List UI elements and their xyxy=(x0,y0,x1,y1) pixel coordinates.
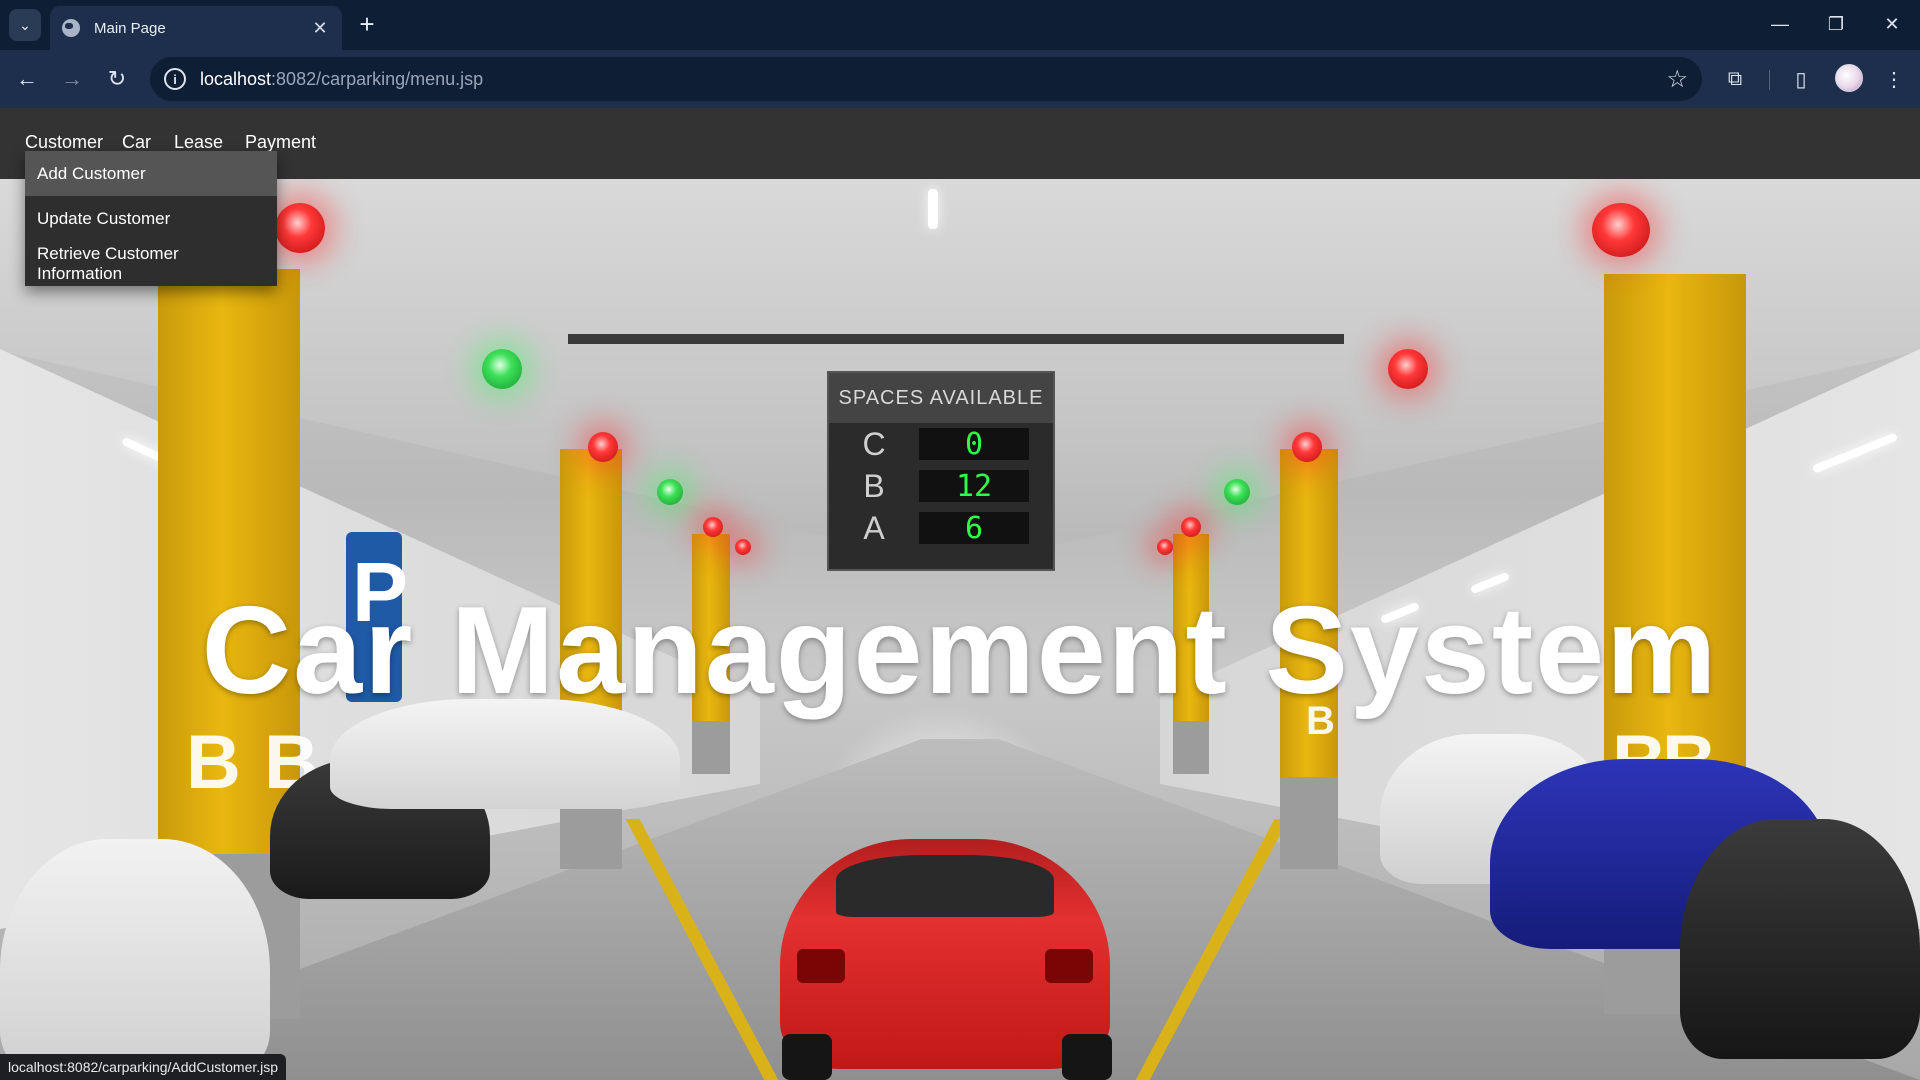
lamp-red xyxy=(703,517,723,537)
browser-tab-bar: ⌄ Main Page ✕ + — ❐ ✕ xyxy=(0,0,1920,50)
puzzle-icon[interactable]: ⧉ xyxy=(1718,62,1752,96)
sign-row: B 12 xyxy=(829,465,1053,507)
reload-icon[interactable]: ↻ xyxy=(100,62,134,96)
red-car-tire xyxy=(782,1034,832,1080)
browser-toolbar: ← → ↻ i localhost:8082/carparking/menu.j… xyxy=(0,50,1920,108)
hero-title: Car Management System xyxy=(201,582,1719,720)
arrow-left-icon[interactable]: ← xyxy=(10,62,44,96)
menu-payment[interactable]: Payment xyxy=(245,132,316,153)
address-bar[interactable]: i localhost:8082/carparking/menu.jsp ☆ xyxy=(150,57,1702,101)
lamp-red xyxy=(1292,432,1322,462)
url-path: :8082/carparking/menu.jsp xyxy=(271,68,484,89)
arrow-right-icon[interactable]: → xyxy=(55,62,89,96)
avatar[interactable] xyxy=(1835,64,1863,92)
sign-count: 0 xyxy=(919,427,1029,462)
page-content: B B B B B B P SPACES AVAILABLE C 0 xyxy=(0,108,1920,1080)
browser-tab[interactable]: Main Page ✕ xyxy=(50,6,342,50)
lamp-red xyxy=(1181,517,1201,537)
sign-row: C 0 xyxy=(829,423,1053,465)
star-icon[interactable]: ☆ xyxy=(1666,65,1688,94)
sign-level: C xyxy=(862,425,886,462)
globe-icon xyxy=(62,19,80,37)
main-menu-bar: Customer Car Lease Payment xyxy=(0,108,1920,179)
lamp-red xyxy=(588,432,618,462)
lamp-green xyxy=(1224,479,1250,505)
close-window-icon[interactable]: ✕ xyxy=(1864,0,1920,48)
lamp-red xyxy=(1592,203,1650,257)
sign-count: 12 xyxy=(919,469,1029,504)
dropdown-retrieve-customer[interactable]: Retrieve Customer Information xyxy=(25,241,277,286)
ceiling-beam xyxy=(568,334,1344,344)
menu-lease[interactable]: Lease xyxy=(174,132,223,153)
lamp-red xyxy=(735,539,751,555)
dropdown-update-customer[interactable]: Update Customer xyxy=(25,196,277,241)
sign-level: B xyxy=(863,467,885,504)
red-car-taillight xyxy=(1045,949,1093,983)
minimize-icon[interactable]: — xyxy=(1752,0,1808,48)
hero-banner: B B B B B B P SPACES AVAILABLE C 0 xyxy=(0,179,1920,1080)
pillar-letter: B xyxy=(186,720,241,805)
red-car-window xyxy=(836,855,1054,917)
side-panel-icon[interactable]: ▯ xyxy=(1784,62,1818,96)
info-icon[interactable]: i xyxy=(164,68,186,90)
lamp-green xyxy=(657,479,683,505)
kebab-menu-icon[interactable]: ⋮ xyxy=(1877,62,1911,96)
tab-close-icon[interactable]: ✕ xyxy=(310,18,330,39)
menu-car[interactable]: Car xyxy=(122,132,151,153)
sign-count: 6 xyxy=(919,511,1029,546)
lamp-red xyxy=(275,203,325,253)
tab-title: Main Page xyxy=(94,19,166,37)
url-host: localhost xyxy=(200,68,272,89)
sign-heading: SPACES AVAILABLE xyxy=(829,373,1053,423)
toolbar-divider xyxy=(1769,70,1770,90)
red-car-taillight xyxy=(797,949,845,983)
restore-icon[interactable]: ❐ xyxy=(1808,0,1864,48)
red-car-tire xyxy=(1062,1034,1112,1080)
new-tab-button[interactable]: + xyxy=(352,10,382,40)
parked-car xyxy=(0,839,270,1079)
parked-car xyxy=(1680,819,1920,1059)
menu-customer[interactable]: Customer xyxy=(25,132,103,153)
window-controls: — ❐ ✕ xyxy=(1752,0,1920,50)
lamp-green xyxy=(482,349,522,389)
link-status-bar: localhost:8082/carparking/AddCustomer.js… xyxy=(0,1054,287,1080)
sign-row: A 6 xyxy=(829,507,1053,549)
lamp-red xyxy=(1388,349,1428,389)
lamp-red xyxy=(1157,539,1173,555)
chevron-down-icon[interactable]: ⌄ xyxy=(9,9,41,41)
spaces-available-sign: SPACES AVAILABLE C 0 B 12 A 6 xyxy=(827,371,1055,571)
dropdown-add-customer[interactable]: Add Customer xyxy=(25,151,277,196)
customer-dropdown: Add Customer Update Customer Retrieve Cu… xyxy=(25,151,277,286)
sign-level: A xyxy=(863,509,885,546)
ceiling-light xyxy=(928,189,938,229)
